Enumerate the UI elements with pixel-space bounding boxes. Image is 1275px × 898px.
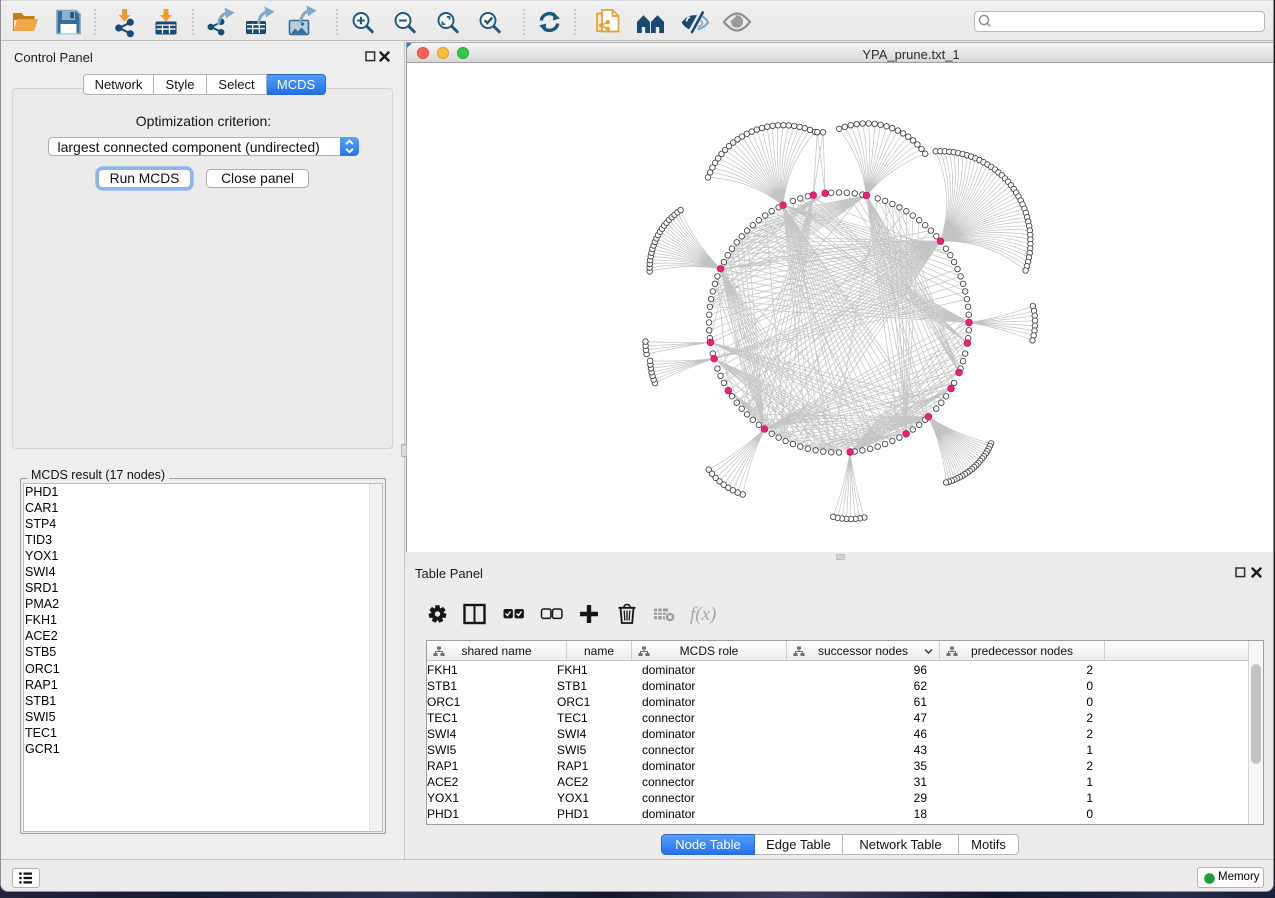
svg-text:f(x): f(x) [690,604,716,625]
